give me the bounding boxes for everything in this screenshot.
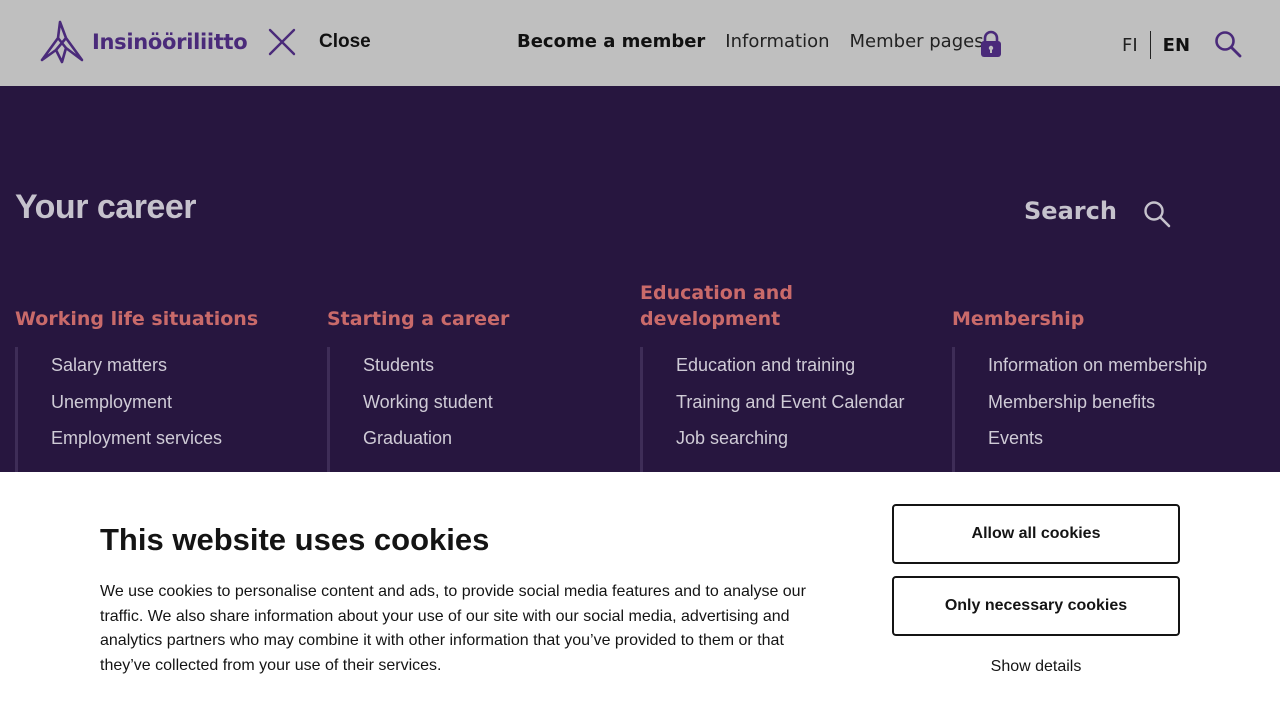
menu-search-label: Search	[1024, 197, 1117, 225]
menu-link[interactable]: Salary matters	[51, 347, 305, 384]
menu-link[interactable]: Working student	[363, 384, 617, 421]
menu-link[interactable]: Information on membership	[988, 347, 1242, 384]
menu-link[interactable]: Students	[363, 347, 617, 384]
menu-link[interactable]: Events	[988, 420, 1242, 457]
column-links: Information on membership Membership ben…	[952, 347, 1242, 487]
column-title[interactable]: Education and development	[640, 280, 860, 332]
menu-link[interactable]: Employment services	[51, 420, 305, 457]
nav-information[interactable]: Information	[725, 31, 829, 52]
menu-link[interactable]: Education and training	[676, 347, 930, 384]
menu-link[interactable]: Graduation	[363, 420, 617, 457]
language-switcher: FI EN	[1122, 31, 1190, 59]
lang-en[interactable]: EN	[1163, 35, 1190, 56]
column-links: Education and training Training and Even…	[640, 347, 930, 487]
close-label: Close	[319, 31, 371, 52]
cookie-banner: This website uses cookies We use cookies…	[0, 472, 1280, 720]
menu-column-membership: Membership Information on membership Mem…	[952, 280, 1242, 487]
close-icon	[268, 28, 296, 56]
logo-icon	[40, 20, 84, 64]
only-necessary-cookies-button[interactable]: Only necessary cookies	[892, 576, 1180, 636]
column-links: Students Working student Graduation	[327, 347, 617, 487]
column-title[interactable]: Membership	[952, 280, 1242, 332]
cookie-title: This website uses cookies	[100, 522, 490, 557]
show-details-link[interactable]: Show details	[892, 658, 1180, 676]
lang-fi[interactable]: FI	[1122, 35, 1138, 56]
logo[interactable]: Insinööriliitto	[36, 20, 248, 64]
menu-column-education: Education and development Education and …	[640, 280, 904, 487]
menu-link[interactable]: Training and Event Calendar	[676, 384, 930, 421]
search-icon[interactable]	[1214, 30, 1242, 58]
lock-icon[interactable]	[980, 30, 1002, 58]
nav-member-pages[interactable]: Member pages	[850, 31, 984, 52]
site-header: Insinööriliitto Close Become a member In…	[0, 0, 1280, 86]
close-menu-button[interactable]: Close	[268, 28, 371, 56]
logo-text: Insinööriliitto	[92, 30, 248, 54]
menu-search-button[interactable]: Search	[1024, 194, 1171, 228]
menu-link[interactable]: Job searching	[676, 420, 930, 457]
cookie-description: We use cookies to personalise content an…	[100, 583, 806, 675]
menu-link[interactable]: Membership benefits	[988, 384, 1242, 421]
main-nav: Become a member Information Member pages	[517, 31, 1004, 52]
search-icon	[1144, 201, 1171, 228]
menu-column-working-life: Working life situations Salary matters U…	[15, 280, 305, 487]
column-title[interactable]: Working life situations	[15, 280, 305, 332]
menu-link[interactable]: Unemployment	[51, 384, 305, 421]
column-links: Salary matters Unemployment Employment s…	[15, 347, 305, 487]
lang-divider	[1149, 31, 1151, 59]
menu-column-starting-career: Starting a career Students Working stude…	[327, 280, 617, 487]
column-title[interactable]: Starting a career	[327, 280, 617, 332]
menu-title: Your career	[15, 188, 196, 226]
allow-all-cookies-button[interactable]: Allow all cookies	[892, 504, 1180, 564]
nav-become-member[interactable]: Become a member	[517, 31, 705, 52]
